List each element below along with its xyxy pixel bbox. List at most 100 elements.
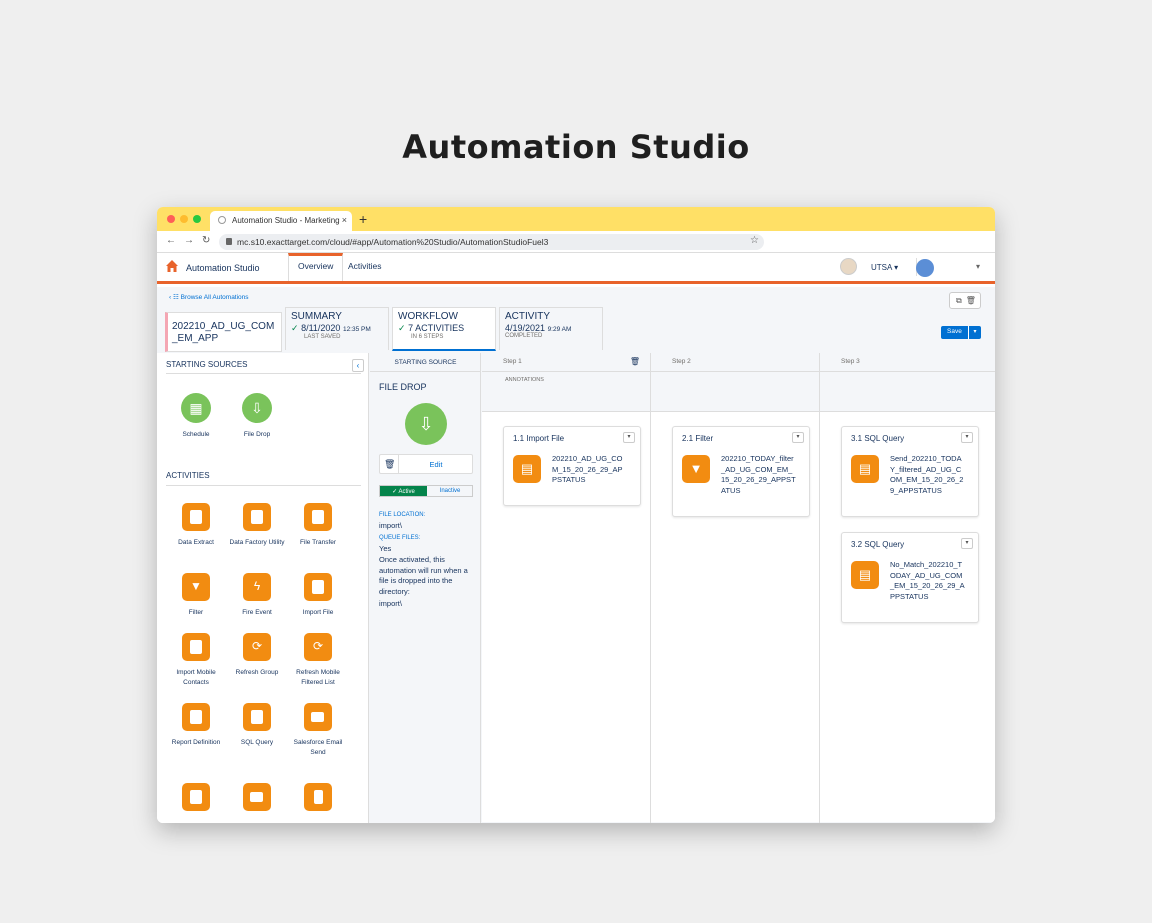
activity-palette: STARTING SOURCES ‹ ▦ Schedule ⇩ File Dro… [157,353,369,823]
activity-report-definition[interactable]: Report Definition [166,703,226,748]
activity-fire-event[interactable]: ϟ Fire Event [227,573,287,618]
file-location-value: import\ [379,521,402,530]
activity-file-transfer[interactable]: File Transfer [288,503,348,548]
activity-label: Import Mobile Contacts [176,669,216,686]
activity-label: Data Factory Utility [229,539,285,546]
activity-import-mobile-contacts[interactable]: Import Mobile Contacts [166,633,226,688]
activity-refresh-group[interactable]: ⟳ Refresh Group [227,633,287,678]
url-field[interactable]: mc.s10.exacttarget.com/cloud/#app/Automa… [219,234,764,250]
activity-item[interactable] [166,783,226,811]
home-icon[interactable] [166,260,178,272]
calendar-icon: ▦ [181,393,211,423]
source-description: Once activated, this automation will run… [379,555,468,596]
activity-item[interactable] [288,783,348,811]
tab-activities[interactable]: Activities [339,253,391,281]
annotations-area[interactable] [820,372,995,412]
activity-filter[interactable]: ▼ Filter [166,573,226,618]
copy-icon[interactable]: ⧉ [956,296,966,305]
tab-overview[interactable]: Overview [288,253,344,281]
user-avatar[interactable] [916,259,934,277]
data-extract-icon [182,503,210,531]
chevron-down-icon[interactable]: ▾ [792,432,804,443]
trash-icon[interactable]: 🗑 [630,357,640,366]
business-unit-selector[interactable]: UTSA ▾ [871,263,898,272]
source-schedule[interactable]: ▦ Schedule [166,393,226,440]
source-directory: import\ [379,599,402,608]
automation-name[interactable]: 202210_AD_UG_COM_EM_APP [165,312,282,352]
file-transfer-icon [304,503,332,531]
annotations-area[interactable] [651,372,819,412]
activity-label: Filter [188,609,204,616]
workflow-sub: IN 6 STEPS [411,334,444,340]
window-minimize-button[interactable] [180,215,188,223]
import-file-icon [304,573,332,601]
active-toggle[interactable]: ✓ Active Inactive [379,485,473,497]
activity-import-file[interactable]: Import File [288,573,348,618]
activity-label: Salesforce Email Send [293,739,343,756]
chevron-down-icon[interactable]: ▾ [961,432,973,443]
edit-button[interactable]: Edit [398,455,473,473]
forward-icon[interactable]: → [184,235,194,246]
app-title: Automation Studio [186,263,260,273]
step-body: 1.1 Import File ▾ ▤ 202210_AD_UG_COM_15_2… [482,412,650,822]
step-header: Step 1 🗑 [482,353,650,372]
sql-query-icon [243,703,271,731]
activity-card[interactable]: 3.2 SQL Query ▾ ▤ No_Match_202210_TODAY_A… [841,532,979,623]
active-option[interactable]: ✓ Active [380,486,427,496]
activity-card[interactable]: 3.1 SQL Query ▾ ▤ Send_202210_TODAY_filte… [841,426,979,517]
page-heading: Automation Studio [402,128,750,166]
browser-tab-title: Automation Studio - Marketing [232,216,340,225]
queue-files-value: Yes [379,544,392,553]
workflow-card[interactable]: WORKFLOW ✓ 7 ACTIVITIES IN 6 STEPS [392,307,496,351]
chevron-left-icon[interactable]: ‹ [352,359,364,372]
trash-icon[interactable]: 🗑 [966,296,980,305]
step-column: Step 3 3.1 SQL Query ▾ ▤ Send_202210_TODA… [820,353,995,823]
activity-refresh-mobile-filtered-list[interactable]: ⟳ Refresh Mobile Filtered List [288,633,348,688]
back-icon[interactable]: ← [166,235,176,246]
chevron-down-icon[interactable]: ▾ [623,432,635,443]
trash-icon[interactable]: 🗑 [384,459,395,470]
save-button[interactable]: Save ▾ [941,326,981,339]
summary-time: 12:35 PM [342,326,371,333]
inactive-option[interactable]: Inactive [427,486,473,496]
window-close-button[interactable] [167,215,175,223]
activity-data-extract[interactable]: Data Extract [166,503,226,548]
starting-sources-title: STARTING SOURCES [166,360,248,369]
step-column: Step 1 🗑 ANNOTATIONS 1.1 Import File ▾ ▤ … [482,353,651,823]
user-menu-chevron-down-icon[interactable]: ▾ [976,262,980,271]
step-label: Step 3 [841,358,860,365]
window-maximize-button[interactable] [193,215,201,223]
breadcrumb[interactable]: ‹ ☷ Browse All Automations [169,293,249,301]
bookmark-star-icon[interactable]: ☆ [750,235,759,246]
starting-source-column: STARTING SOURCE FILE DROP ⇩ 🗑 Edit ✓ Act… [370,353,481,823]
activity-card: ACTIVITY 4/19/2021 9:29 AM COMPLETED [499,307,603,350]
step-header: Step 3 [820,353,995,372]
chevron-down-icon[interactable]: ▾ [961,538,973,549]
activity-card[interactable]: 2.1 Filter ▾ ▼ 202210_TODAY_filter_AD_UG_… [672,426,810,517]
activity-data-factory-utility[interactable]: Data Factory Utility [227,503,287,548]
activity-sql-query[interactable]: SQL Query [227,703,287,748]
activity-card[interactable]: 1.1 Import File ▾ ▤ 202210_AD_UG_COM_15_2… [503,426,641,506]
new-tab-button[interactable]: + [359,211,367,227]
filter-icon: ▼ [182,573,210,601]
activity-card-name: 202210_TODAY_filter_AD_UG_COM_EM_15_20_2… [721,454,796,495]
refresh-group-icon: ⟳ [243,633,271,661]
browser-tab[interactable]: Automation Studio - Marketing × [210,211,352,231]
tab-close-icon[interactable]: × [342,215,347,225]
source-file-drop[interactable]: ⇩ File Drop [227,393,287,440]
activities-title: ACTIVITIES [166,471,210,480]
folder-download-icon[interactable]: ⇩ [405,403,447,445]
activity-salesforce-email-send[interactable]: Salesforce Email Send [288,703,348,758]
reload-icon[interactable]: ↻ [202,235,210,246]
activity-label: Import File [302,609,334,616]
step-body: 3.1 SQL Query ▾ ▤ Send_202210_TODAY_filte… [820,412,995,822]
step-header: Step 2 [651,353,819,372]
activity-item[interactable] [227,783,287,811]
annotations-area[interactable]: ANNOTATIONS [482,372,650,412]
save-label: Save [947,328,962,335]
activity-label: Report Definition [171,739,221,746]
save-chevron-down-icon[interactable]: ▾ [968,326,981,339]
source-label: Schedule [182,431,210,438]
summary-title: SUMMARY [291,311,342,322]
activity-label: Data Extract [178,539,214,546]
